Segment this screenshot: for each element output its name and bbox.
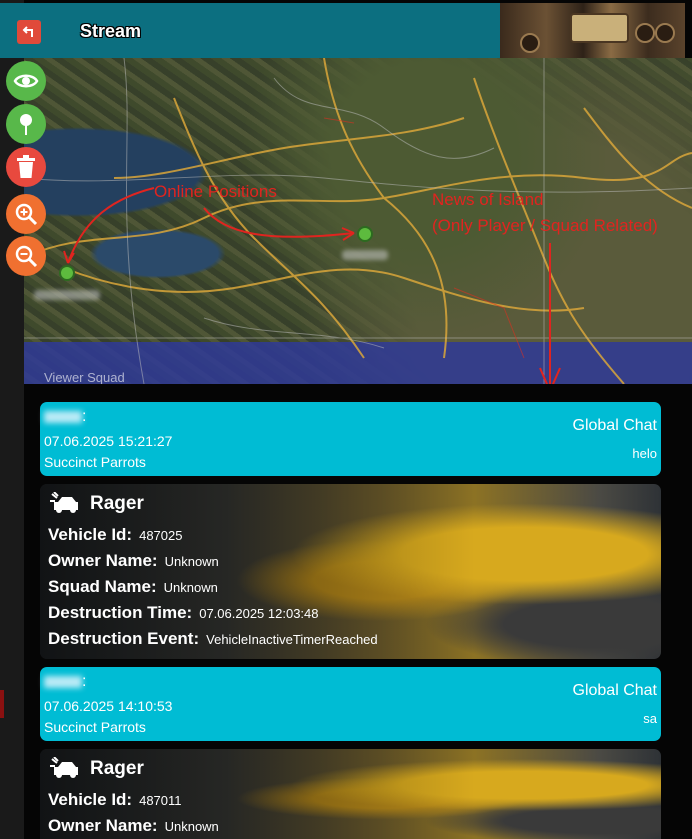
chat-message-text: sa bbox=[643, 711, 657, 726]
zoom-in-icon bbox=[15, 203, 38, 226]
map-pin-icon bbox=[20, 114, 32, 135]
vehicle-field-value: 487011 bbox=[139, 793, 182, 808]
vehicle-field-value: Unknown bbox=[164, 819, 219, 834]
vehicle-field-value: 487025 bbox=[139, 528, 183, 543]
vehicle-field-label: Owner Name: bbox=[48, 551, 158, 570]
chat-squad-name: Succinct Parrots bbox=[44, 454, 146, 470]
redacted-player-name bbox=[44, 675, 82, 688]
zoom-out-icon bbox=[15, 245, 38, 268]
chat-channel: Global Chat bbox=[572, 682, 658, 699]
chat-message-card[interactable]: : 07.06.2025 14:10:53 Succinct Parrots G… bbox=[40, 667, 661, 741]
left-edge-accent bbox=[0, 690, 4, 718]
chat-timestamp: 07.06.2025 14:10:53 bbox=[44, 698, 173, 714]
zoom-in-button[interactable] bbox=[6, 194, 46, 234]
vehicle-field-value: VehicleInactiveTimerReached bbox=[206, 632, 378, 647]
chat-message-text: helo bbox=[632, 446, 657, 461]
player-label-redacted bbox=[34, 290, 100, 300]
app-header: Stream bbox=[0, 3, 500, 58]
back-arrow-icon bbox=[22, 26, 33, 37]
vehicle-field-value: Unknown bbox=[163, 580, 218, 595]
island-map[interactable]: Online Positions News of Island (Only Pl… bbox=[24, 58, 692, 384]
vehicle-field-label: Vehicle Id: bbox=[48, 790, 133, 809]
vehicle-card-header: Rager bbox=[50, 492, 144, 516]
feed-item-partial-title: Viewer Squad bbox=[44, 370, 125, 384]
vehicle-field-label: Owner Name: bbox=[48, 816, 158, 835]
radio-header-image bbox=[500, 3, 685, 58]
toggle-visibility-button[interactable] bbox=[6, 61, 46, 101]
back-button[interactable] bbox=[17, 20, 41, 44]
vehicle-field-label: Vehicle Id: bbox=[48, 525, 133, 544]
player-label-redacted bbox=[342, 250, 388, 260]
trash-icon bbox=[17, 155, 35, 178]
zoom-out-button[interactable] bbox=[6, 236, 46, 276]
vehicle-type: Rager bbox=[90, 758, 144, 779]
chat-squad-name: Succinct Parrots bbox=[44, 719, 146, 735]
vehicle-crash-icon bbox=[50, 757, 78, 778]
annotation-news-title: News of Island bbox=[432, 190, 544, 209]
eye-icon bbox=[13, 74, 39, 88]
player-marker[interactable] bbox=[59, 265, 75, 281]
vehicle-field-label: Destruction Event: bbox=[48, 629, 200, 648]
player-marker[interactable] bbox=[357, 226, 373, 242]
vehicle-field-value: 07.06.2025 12:03:48 bbox=[199, 606, 319, 621]
annotation-online-positions: Online Positions bbox=[154, 182, 277, 201]
vehicle-destruction-card[interactable]: Rager Vehicle Id: 487025 Owner Name: Unkno… bbox=[40, 484, 661, 659]
chat-message-card[interactable]: : 07.06.2025 15:21:27 Succinct Parrots G… bbox=[40, 402, 661, 476]
chat-author: : bbox=[44, 673, 86, 691]
vehicle-field-value: Unknown bbox=[164, 554, 219, 569]
page-title: Stream bbox=[80, 21, 142, 41]
vehicle-field-label: Destruction Time: bbox=[48, 603, 193, 622]
clear-button[interactable] bbox=[6, 147, 46, 187]
redacted-player-name bbox=[44, 410, 82, 423]
vehicle-crash-icon bbox=[50, 492, 78, 513]
vehicle-card-header: Rager bbox=[50, 757, 144, 781]
chat-channel: Global Chat bbox=[572, 417, 658, 434]
chat-author: : bbox=[44, 408, 86, 426]
vehicle-destruction-card[interactable]: Rager Vehicle Id: 487011 Owner Name: Unkno… bbox=[40, 749, 661, 839]
vehicle-field-label: Squad Name: bbox=[48, 577, 157, 596]
annotation-news-subtitle: (Only Player / Squad Related) bbox=[432, 216, 658, 235]
center-position-button[interactable] bbox=[6, 104, 46, 144]
vehicle-type: Rager bbox=[90, 493, 144, 514]
chat-timestamp: 07.06.2025 15:21:27 bbox=[44, 433, 173, 449]
